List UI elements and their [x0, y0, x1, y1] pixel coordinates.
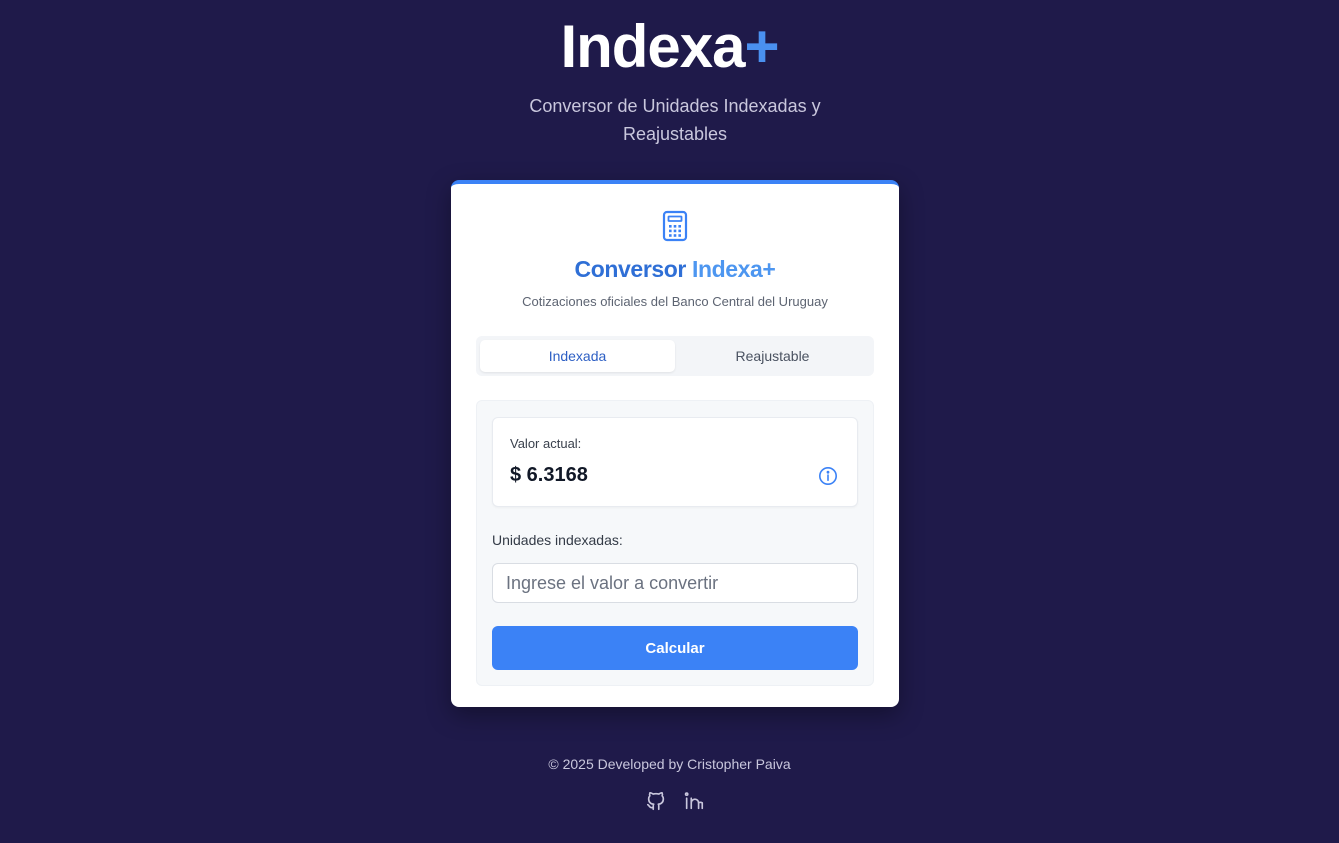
current-value-label: Valor actual:	[510, 436, 582, 451]
linkedin-icon[interactable]	[683, 790, 705, 812]
current-value-box: Valor actual: $ 6.3168	[492, 417, 858, 507]
tab-reajustable[interactable]: Reajustable	[675, 340, 870, 372]
app-subtitle: Conversor de Unidades Indexadas y Reajus…	[529, 96, 821, 144]
footer-credit: © 2025 Developed by Cristopher Paiva	[548, 756, 791, 772]
unit-tabs: Indexada Reajustable	[476, 336, 874, 376]
calculate-button[interactable]: Calcular	[492, 626, 858, 670]
converter-card: Conversor Indexa+ Cotizaciones oficiales…	[451, 180, 899, 707]
converter-panel: Valor actual: $ 6.3168 Unidades indexada…	[476, 400, 874, 686]
current-value-amount: $ 6.3168	[510, 464, 588, 486]
units-input[interactable]	[492, 563, 858, 603]
calculator-icon	[662, 210, 688, 242]
github-icon[interactable]	[645, 790, 667, 812]
brand-logo: Indexa+	[0, 12, 1339, 82]
tab-indexada[interactable]: Indexada	[480, 340, 675, 372]
units-label: Unidades indexadas:	[492, 532, 623, 548]
info-icon[interactable]	[818, 466, 838, 486]
page: Indexa+ Conversor de Unidades Indexadas …	[0, 0, 1339, 843]
card-title-part1: Conversor	[574, 256, 687, 282]
brand-name: Indexa	[560, 13, 745, 80]
brand-plus: +	[744, 13, 780, 80]
social-links	[645, 790, 705, 812]
card-subtitle: Cotizaciones oficiales del Banco Central…	[522, 294, 828, 309]
card-title-part2: Indexa+	[691, 256, 776, 282]
card-title: Conversor Indexa+	[451, 256, 899, 283]
